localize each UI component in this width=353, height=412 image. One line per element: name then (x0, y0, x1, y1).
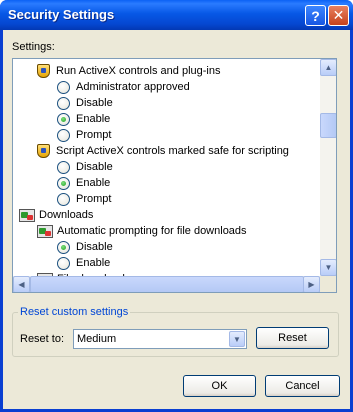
category-row: Downloads (19, 207, 93, 223)
vertical-scroll-thumb[interactable] (320, 113, 336, 138)
settings-label: Settings: (12, 41, 55, 53)
window-title: Security Settings (8, 7, 115, 22)
cancel-button[interactable]: Cancel (265, 375, 340, 397)
tree-label: Automatic prompting for file downloads (57, 225, 247, 237)
tree-label: Disable (76, 97, 113, 109)
settings-tree: Run ActiveX controls and plug-ins Adminis… (13, 59, 319, 276)
shield-icon (37, 144, 50, 158)
tree-label: Enable (76, 113, 111, 125)
radio-option[interactable]: Disable (57, 159, 113, 175)
tree-label: Enable (76, 257, 111, 269)
radio-option[interactable]: Enable (57, 111, 110, 127)
ok-button[interactable]: OK (183, 375, 256, 397)
tree-label: Administrator approved (76, 81, 190, 93)
tree-label: Disable (76, 241, 113, 253)
reset-group-title: Reset custom settings (18, 306, 131, 318)
radio-option[interactable]: Prompt (57, 191, 111, 207)
tree-label: Prompt (76, 129, 112, 141)
radio-option[interactable]: Administrator approved (57, 79, 190, 95)
title-bar[interactable]: Security Settings ? ✕ (0, 0, 353, 30)
scroll-down-icon[interactable]: ▼ (320, 259, 336, 276)
tree-label: Prompt (76, 193, 112, 205)
radio-option[interactable]: Enable (57, 175, 110, 191)
tree-label: Enable (76, 177, 111, 189)
radio-option[interactable]: Enable (57, 255, 110, 271)
radio-unchecked-icon[interactable] (57, 80, 70, 94)
radio-checked-icon[interactable] (57, 112, 70, 126)
radio-unchecked-icon[interactable] (57, 192, 70, 206)
reset-level-value: Medium (77, 333, 117, 345)
radio-option[interactable]: Disable (57, 239, 113, 255)
scroll-up-icon[interactable]: ▲ (320, 59, 336, 76)
scroll-right-icon[interactable]: ▶ (303, 276, 320, 292)
settings-list[interactable]: Run ActiveX controls and plug-ins Adminis… (12, 58, 337, 293)
horizontal-scrollbar[interactable]: ◀ ▶ (13, 276, 320, 292)
tree-label: Disable (76, 161, 113, 173)
scrollbar-corner (320, 276, 336, 292)
tree-label: Script ActiveX controls marked safe for … (56, 145, 289, 157)
vertical-scrollbar[interactable]: ▲ ▼ (320, 59, 336, 276)
radio-option[interactable]: Prompt (57, 127, 111, 143)
radio-unchecked-icon[interactable] (57, 256, 70, 270)
setting-row: Script ActiveX controls marked safe for … (37, 143, 289, 159)
radio-option[interactable]: Disable (57, 95, 113, 111)
close-button[interactable]: ✕ (328, 5, 349, 26)
setting-row: Automatic prompting for file downloads (37, 223, 247, 239)
tree-label: Downloads (39, 209, 94, 221)
reset-to-label: Reset to: (20, 333, 65, 345)
downloads-icon (19, 208, 35, 222)
help-button[interactable]: ? (305, 5, 326, 26)
scroll-left-icon[interactable]: ◀ (13, 276, 30, 292)
reset-button[interactable]: Reset (256, 327, 329, 349)
tree-label: Run ActiveX controls and plug-ins (56, 65, 221, 77)
chevron-down-icon[interactable]: ▼ (229, 331, 245, 347)
radio-checked-icon[interactable] (57, 176, 70, 190)
radio-unchecked-icon[interactable] (57, 160, 70, 174)
shield-icon (37, 64, 50, 78)
radio-checked-icon[interactable] (57, 240, 70, 254)
setting-row: Run ActiveX controls and plug-ins (37, 63, 220, 79)
horizontal-scroll-thumb[interactable] (30, 276, 304, 292)
radio-unchecked-icon[interactable] (57, 96, 70, 110)
reset-level-select[interactable]: Medium ▼ (73, 329, 247, 349)
radio-unchecked-icon[interactable] (57, 128, 70, 142)
downloads-icon (37, 224, 53, 238)
